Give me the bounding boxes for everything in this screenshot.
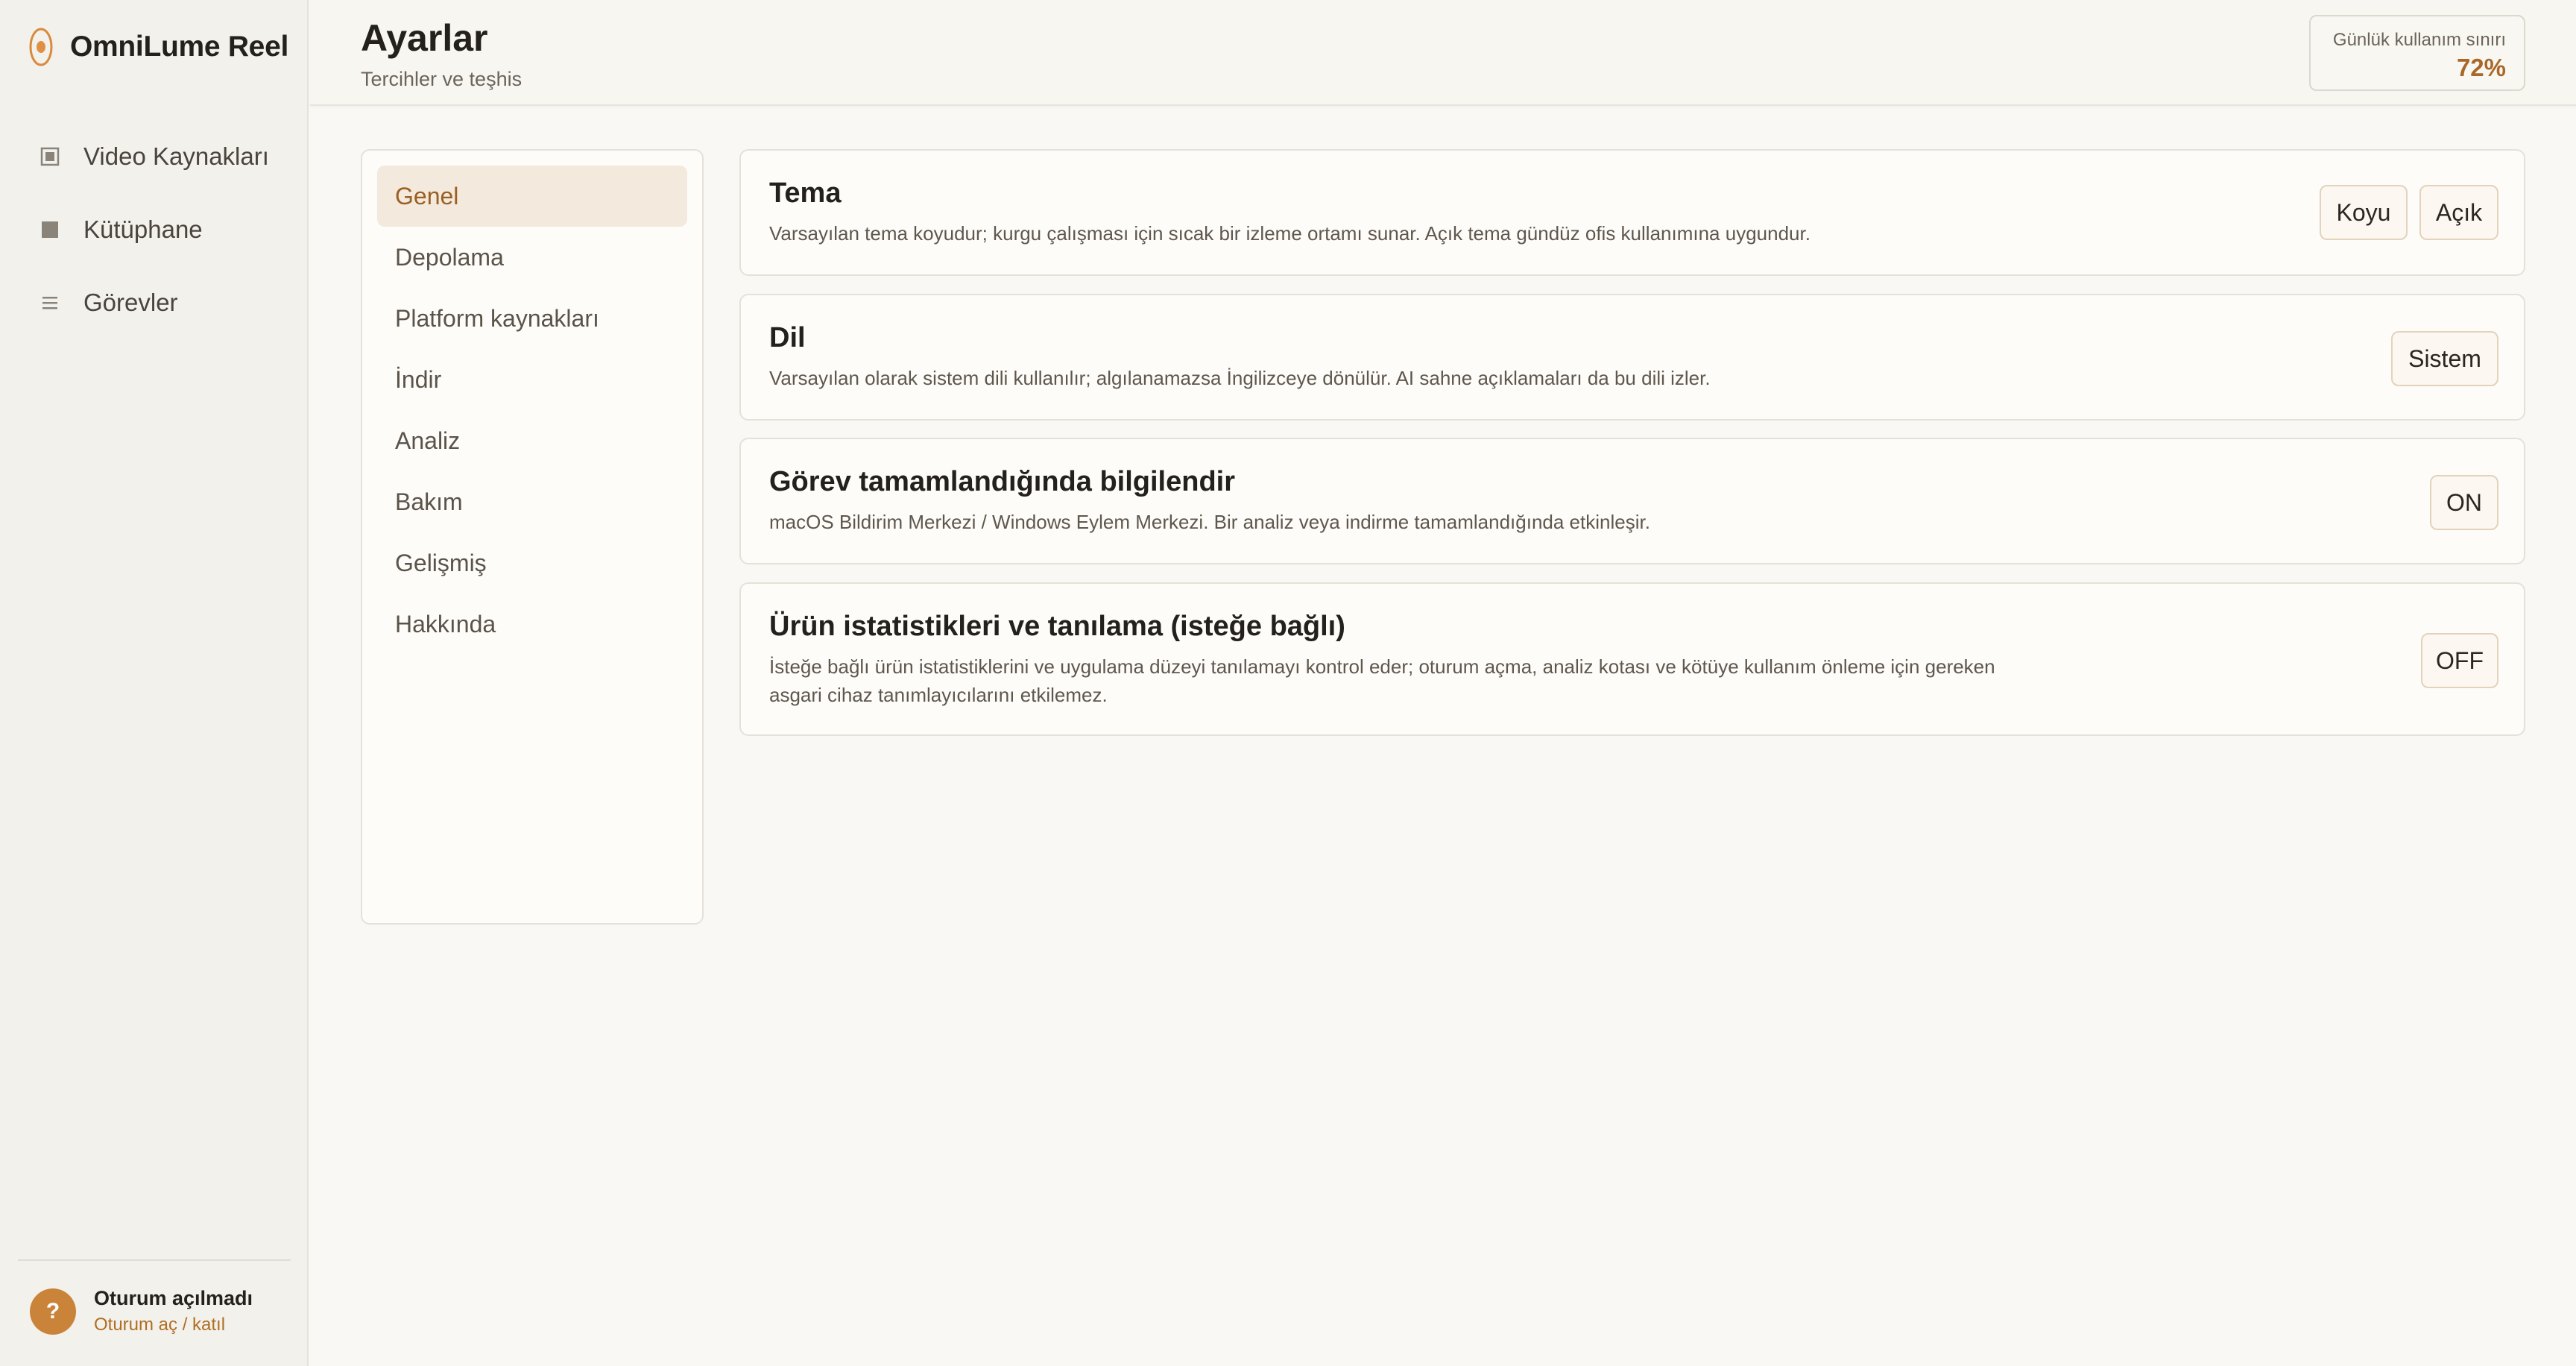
language-setting-card: Dil Varsayılan olarak sistem dili kullan… xyxy=(739,294,2525,421)
telemetry-description-line-2: asgari cihaz tanımlayıcılarını etkilemez… xyxy=(769,684,1108,706)
theme-dark-button[interactable]: Koyu xyxy=(2320,185,2408,240)
user-status: Oturum açılmadı xyxy=(94,1287,253,1309)
language-select-button[interactable]: Sistem xyxy=(2391,331,2498,386)
sidebar-nav: Video Kaynakları Kütüphane Görevler xyxy=(18,122,291,342)
settings-tab-about[interactable]: Hakkında xyxy=(377,594,687,655)
sidebar-divider xyxy=(18,1259,291,1261)
video-icon xyxy=(39,147,61,166)
theme-description: Varsayılan tema koyudur; kurgu çalışması… xyxy=(769,222,1811,245)
telemetry-setting-card: Ürün istatistikleri ve tanılama (isteğe … xyxy=(739,582,2525,736)
sidebar-item-label: Video Kaynakları xyxy=(83,142,269,170)
settings-tab-maintenance[interactable]: Bakım xyxy=(377,471,687,532)
telemetry-description-line-1: İsteğe bağlı ürün istatistiklerini ve uy… xyxy=(769,655,1995,678)
usage-limit-label: Günlük kullanım sınırı xyxy=(2332,30,2506,50)
usage-limit-value: 72% xyxy=(2456,54,2506,81)
usage-limit-badge: Günlük kullanım sınırı 72% xyxy=(2309,15,2525,91)
user-account[interactable]: ? Oturum açılmadı Oturum aç / katıl xyxy=(30,1287,253,1335)
telemetry-title: Ürün istatistikleri ve tanılama (isteğe … xyxy=(769,611,1345,642)
language-title: Dil xyxy=(769,322,806,353)
settings-tab-analysis[interactable]: Analiz xyxy=(377,410,687,471)
theme-setting-card: Tema Varsayılan tema koyudur; kurgu çalı… xyxy=(739,149,2525,276)
page-subtitle: Tercihler ve teşhis xyxy=(361,68,523,90)
telemetry-toggle[interactable]: OFF xyxy=(2421,633,2498,688)
app-name: OmniLume Reel xyxy=(70,31,288,63)
theme-light-button[interactable]: Açık xyxy=(2419,185,2498,240)
sidebar-item-tasks[interactable]: Görevler xyxy=(18,268,291,337)
app-logo-icon xyxy=(29,28,53,66)
page-header: Ayarlar Tercihler ve teşhis Günlük kulla… xyxy=(310,0,2576,106)
settings-menu: Genel Depolama Platform kaynakları İndir… xyxy=(361,149,704,925)
settings-tab-platform-sources[interactable]: Platform kaynakları xyxy=(377,288,687,349)
notify-title: Görev tamamlandığında bilgilendir xyxy=(769,466,1235,497)
settings-tab-advanced[interactable]: Gelişmiş xyxy=(377,532,687,594)
sidebar-item-label: Kütüphane xyxy=(83,215,203,243)
sidebar: OmniLume Reel Video Kaynakları Kütüphane… xyxy=(0,0,309,1366)
notify-setting-card: Görev tamamlandığında bilgilendir macOS … xyxy=(739,438,2525,564)
settings-tab-download[interactable]: İndir xyxy=(377,349,687,410)
language-description: Varsayılan olarak sistem dili kullanılır… xyxy=(769,367,1711,389)
settings-tab-general[interactable]: Genel xyxy=(377,166,687,227)
sidebar-item-library[interactable]: Kütüphane xyxy=(18,195,291,264)
page-title: Ayarlar xyxy=(361,17,488,59)
notify-toggle[interactable]: ON xyxy=(2430,475,2498,530)
avatar: ? xyxy=(30,1288,76,1335)
sidebar-item-video-sources[interactable]: Video Kaynakları xyxy=(18,122,291,191)
theme-title: Tema xyxy=(769,177,842,209)
sidebar-item-label: Görevler xyxy=(83,289,178,316)
list-icon xyxy=(39,295,61,311)
sign-in-link[interactable]: Oturum aç / katıl xyxy=(94,1315,253,1335)
library-icon xyxy=(39,220,61,239)
notify-description: macOS Bildirim Merkezi / Windows Eylem M… xyxy=(769,511,1650,533)
brand[interactable]: OmniLume Reel xyxy=(28,27,288,67)
settings-tab-storage[interactable]: Depolama xyxy=(377,227,687,288)
